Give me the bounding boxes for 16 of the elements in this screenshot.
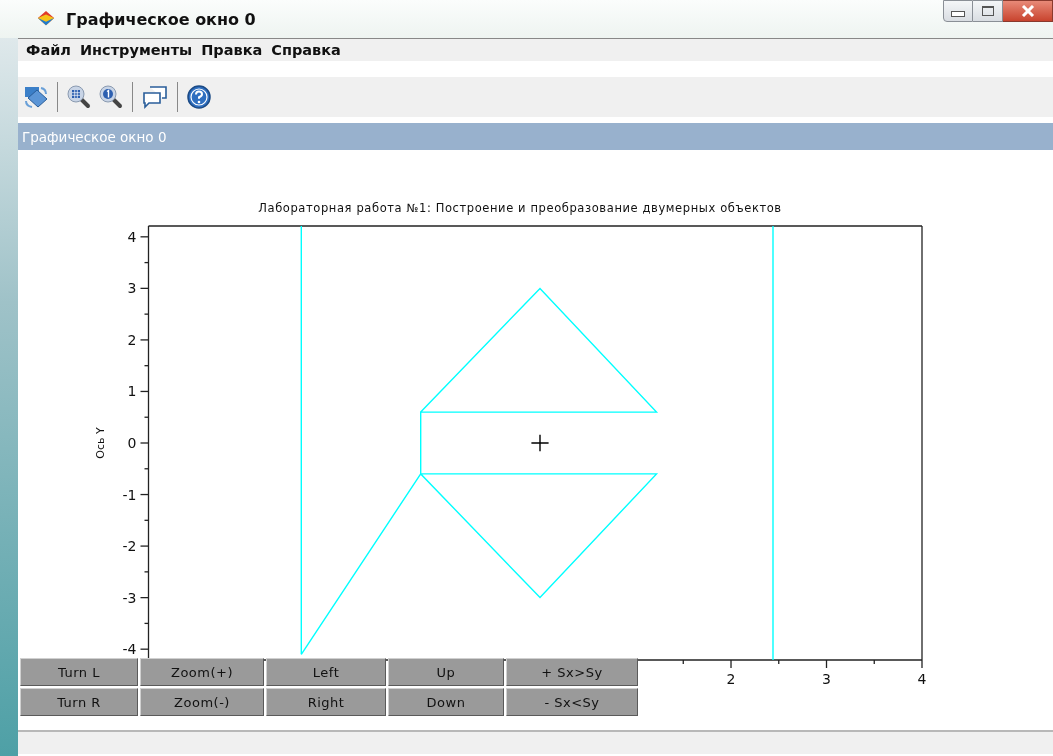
x-tick-label: 3	[822, 671, 831, 687]
y-tick-label: 2	[127, 331, 137, 348]
figure-name: Графическое окно 0	[22, 128, 167, 145]
x-tick-label: 2	[726, 671, 736, 687]
y-tick-label: -2	[122, 538, 137, 555]
x-tick-label: 4	[917, 671, 927, 687]
y-axis-label: Ось Y	[94, 427, 107, 459]
window-title: Графическое окно 0	[66, 9, 256, 29]
y-tick-label: 1	[127, 383, 137, 400]
y-tick-label: 4	[127, 228, 137, 245]
y-tick-label: -3	[122, 589, 137, 606]
y-tick-label: -1	[122, 486, 137, 503]
y-tick-label: 0	[127, 435, 137, 451]
y-tick-label: 3	[127, 280, 137, 297]
y-tick-label: -4	[122, 641, 137, 658]
chart-title: Лабораторная работа №1: Построение и преобразование двумерных объектов	[258, 201, 782, 215]
